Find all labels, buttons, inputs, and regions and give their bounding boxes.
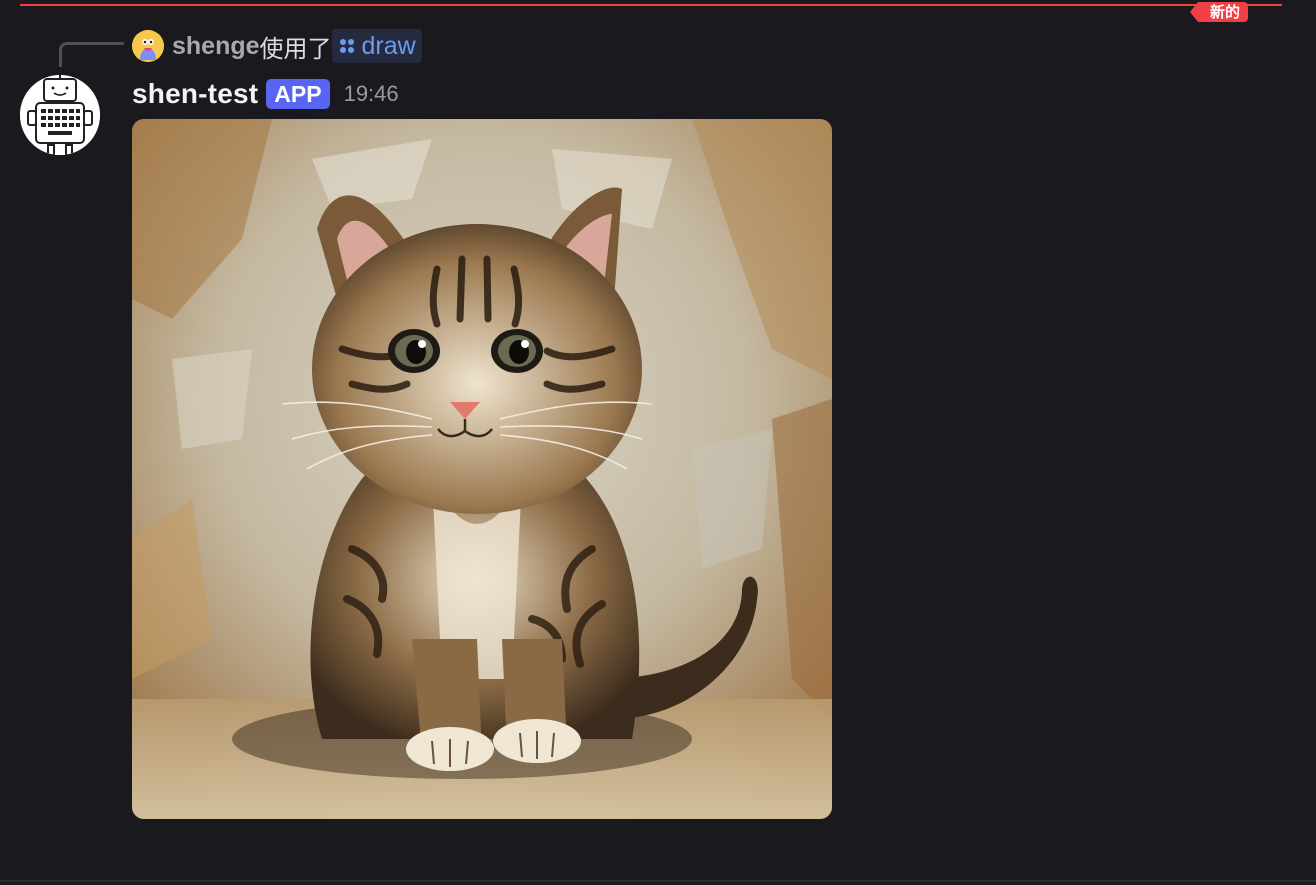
chat-page: 新的 shenge 使用了 draw shen-test APP 19:46 <box>0 0 1316 885</box>
bot-avatar[interactable] <box>20 75 100 155</box>
image-attachment[interactable] <box>132 119 832 819</box>
reply-verb: 使用了 <box>259 34 332 63</box>
new-messages-divider: 新的 <box>20 2 1282 22</box>
app-badge: APP <box>266 79 330 109</box>
command-reply-context[interactable]: shenge 使用了 draw <box>132 29 422 63</box>
kitten-painting-image <box>132 119 832 819</box>
slash-command-icon <box>339 39 354 53</box>
command-name: draw <box>361 31 416 60</box>
replied-user-avatar[interactable] <box>132 30 164 62</box>
slash-command-chip[interactable]: draw <box>331 29 422 63</box>
replied-username[interactable]: shenge <box>172 32 260 61</box>
robot-typewriter-icon <box>20 75 100 155</box>
bottom-separator <box>0 880 1316 882</box>
author-username[interactable]: shen-test <box>132 78 258 110</box>
message-header: shen-test APP 19:46 <box>132 76 399 112</box>
new-messages-badge: 新的 <box>1189 2 1248 22</box>
reply-spine <box>59 42 124 67</box>
message-timestamp[interactable]: 19:46 <box>344 81 399 107</box>
